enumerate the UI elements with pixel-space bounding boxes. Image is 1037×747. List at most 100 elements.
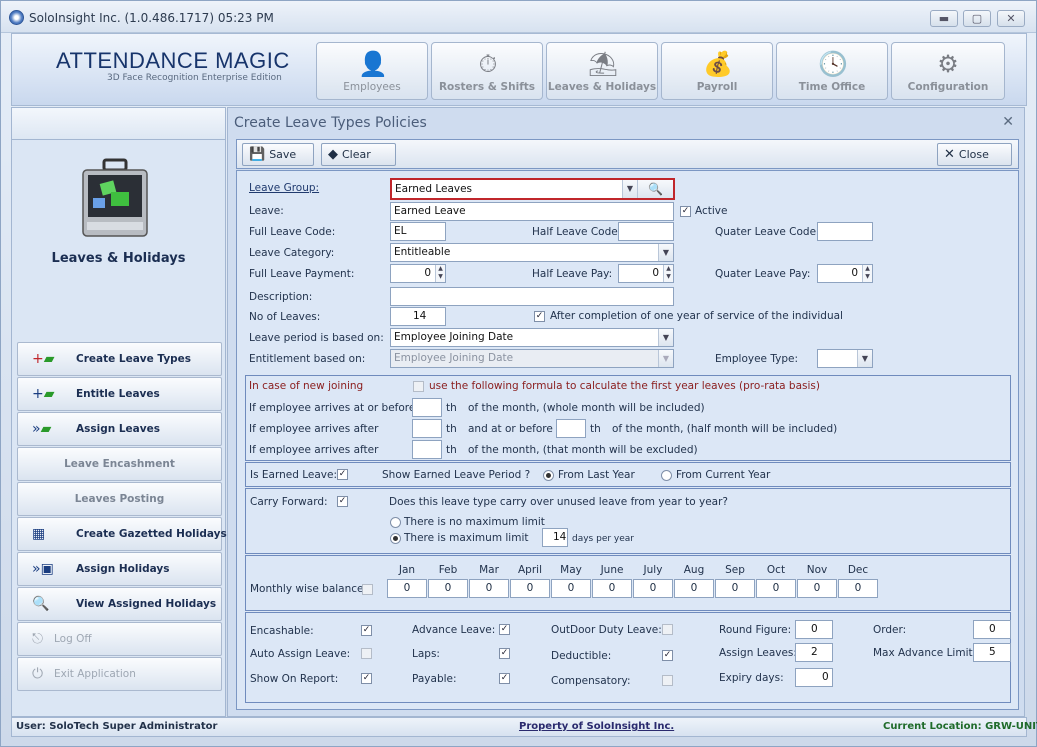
half-leave-code-input[interactable] (618, 222, 674, 241)
outdoor-duty-checkbox[interactable] (662, 624, 673, 635)
deductible-checkbox[interactable]: ✓ (662, 650, 673, 661)
leave-input[interactable]: Earned Leave (390, 202, 674, 221)
arrive-after-excluded-input[interactable] (412, 440, 442, 459)
chevron-down-icon[interactable]: ▼ (658, 244, 673, 261)
chevron-down-icon[interactable]: ▼ (857, 350, 872, 367)
chevron-down-icon[interactable]: ▼ (658, 350, 673, 367)
new-joining-section: In case of new joining use the following… (245, 375, 1011, 461)
from-last-year-radio[interactable] (543, 470, 554, 481)
quater-leave-code-input[interactable] (817, 222, 873, 241)
expiry-days-input[interactable]: 0 (795, 668, 833, 687)
is-earned-leave-checkbox[interactable]: ✓ (337, 469, 348, 480)
encashable-checkbox[interactable]: ✓ (361, 625, 372, 636)
panel-close-icon[interactable]: ✕ (1002, 114, 1014, 130)
sidebar-item-exit-application[interactable]: ⏻ Exit Application (17, 657, 222, 691)
maximize-button[interactable]: ▢ (963, 10, 991, 27)
month-label: April (518, 564, 542, 576)
description-label: Description: (249, 291, 313, 303)
month-value-input[interactable]: 0 (756, 579, 796, 598)
leave-category-select[interactable]: Entitleable ▼ (390, 243, 674, 262)
monthly-balance-checkbox[interactable] (362, 584, 373, 595)
chevron-down-icon[interactable]: ▼ (658, 329, 673, 346)
description-input[interactable] (390, 287, 674, 306)
close-window-button[interactable]: ✕ (997, 10, 1025, 27)
sidebar-item-entitle-leaves[interactable]: +▰ Entitle Leaves (17, 377, 222, 411)
spinner-icon[interactable]: ▲ ▼ (862, 265, 872, 282)
month-value-input[interactable]: 0 (797, 579, 837, 598)
search-icon[interactable]: 🔍 (637, 180, 673, 198)
status-property-link[interactable]: Property of SoloInsight Inc. (519, 721, 674, 732)
carry-forward-checkbox[interactable]: ✓ (337, 496, 348, 507)
laps-checkbox[interactable]: ✓ (499, 648, 510, 659)
month-value-input[interactable]: 0 (469, 579, 509, 598)
employee-type-label: Employee Type: (715, 353, 798, 365)
calendar-icon: ▦ (32, 526, 46, 542)
arrive-before-input[interactable] (412, 398, 442, 417)
from-current-year-radio[interactable] (661, 470, 672, 481)
pro-rata-checkbox[interactable] (413, 381, 424, 392)
arrive-after-input[interactable] (412, 419, 442, 438)
tab-payroll[interactable]: 💰 Payroll (661, 42, 773, 100)
tab-configuration[interactable]: ⚙ Configuration (891, 42, 1005, 100)
sidebar-item-assign-leaves[interactable]: »▰ Assign Leaves (17, 412, 222, 446)
month-value-input[interactable]: 0 (387, 579, 427, 598)
sidebar-item-view-assigned-holidays[interactable]: 🔍 View Assigned Holidays (17, 587, 222, 621)
quater-leave-pay-stepper[interactable]: 0 ▲ ▼ (817, 264, 873, 283)
after-completion-checkbox[interactable]: ✓ (534, 311, 545, 322)
month-value-input[interactable]: 0 (592, 579, 632, 598)
carry-question-label: Does this leave type carry over unused l… (389, 496, 728, 508)
full-leave-payment-stepper[interactable]: 0 ▲ ▼ (390, 264, 446, 283)
save-button[interactable]: 💾 Save (242, 143, 314, 166)
active-checkbox[interactable]: ✓ (680, 206, 691, 217)
month-value-input[interactable]: 0 (838, 579, 878, 598)
tab-employees[interactable]: 👤 Employees (316, 42, 428, 100)
sidebar-item-leave-encashment[interactable]: Leave Encashment (17, 447, 222, 481)
auto-assign-checkbox[interactable] (361, 648, 372, 659)
max-advance-input[interactable]: 5 (973, 643, 1011, 662)
employee-type-select[interactable]: ▼ (817, 349, 873, 368)
sidebar-item-create-gazetted-holidays[interactable]: ▦ Create Gazetted Holidays (17, 517, 227, 551)
full-leave-code-input[interactable]: EL (390, 222, 446, 241)
order-input[interactable]: 0 (973, 620, 1011, 639)
round-figure-input[interactable]: 0 (795, 620, 833, 639)
month-value-input[interactable]: 0 (715, 579, 755, 598)
half-leave-pay-stepper[interactable]: 0 ▲ ▼ (618, 264, 674, 283)
leave-group-label[interactable]: Leave Group: (249, 182, 319, 194)
leave-group-select[interactable]: Earned Leaves ▼ 🔍 (390, 178, 675, 200)
leave-period-select[interactable]: Employee Joining Date ▼ (390, 328, 674, 347)
close-button[interactable]: ✕ Close (937, 143, 1012, 166)
month-value-input[interactable]: 0 (428, 579, 468, 598)
spinner-icon[interactable]: ▲ ▼ (663, 265, 673, 282)
max-advance-label: Max Advance Limit: (873, 647, 977, 659)
payable-checkbox[interactable]: ✓ (499, 673, 510, 684)
minimize-button[interactable]: ▬ (930, 10, 958, 27)
chevron-down-icon[interactable]: ▼ (622, 180, 637, 198)
clear-button[interactable]: ◆ Clear (321, 143, 396, 166)
half-month-input[interactable] (556, 419, 586, 438)
sidebar-item-log-off[interactable]: ⎋ Log Off (17, 622, 222, 656)
whole-month-label: of the month, (whole month will be inclu… (468, 402, 705, 414)
assign-leaves-input[interactable]: 2 (795, 643, 833, 662)
month-value-input[interactable]: 0 (510, 579, 550, 598)
sidebar-item-assign-holidays[interactable]: »▣ Assign Holidays (17, 552, 222, 586)
compensatory-checkbox[interactable] (662, 675, 673, 686)
tab-time-office[interactable]: 🕓 Time Office (776, 42, 888, 100)
tab-leaves-holidays[interactable]: ⛱ Leaves & Holidays (546, 42, 658, 100)
maximum-limit-radio[interactable] (390, 533, 401, 544)
month-value-input[interactable]: 0 (551, 579, 591, 598)
show-on-report-checkbox[interactable]: ✓ (361, 673, 372, 684)
tab-rosters-shifts[interactable]: ⏱ Rosters & Shifts (431, 42, 543, 100)
entitlement-select[interactable]: Employee Joining Date ▼ (390, 349, 674, 368)
month-label: Mar (479, 564, 499, 576)
carry-forward-label: Carry Forward: (250, 496, 328, 508)
sidebar-item-leaves-posting[interactable]: Leaves Posting (17, 482, 222, 516)
spinner-icon[interactable]: ▲ ▼ (435, 265, 445, 282)
sidebar-item-create-leave-types[interactable]: +▰ Create Leave Types (17, 342, 222, 376)
month-value-input[interactable]: 0 (633, 579, 673, 598)
no-of-leaves-input[interactable]: 14 (390, 307, 446, 326)
advance-leave-checkbox[interactable]: ✓ (499, 624, 510, 635)
expiry-days-label: Expiry days: (719, 672, 784, 684)
month-value-input[interactable]: 0 (674, 579, 714, 598)
no-maximum-radio[interactable] (390, 517, 401, 528)
maximum-limit-input[interactable]: 14 (542, 528, 568, 547)
